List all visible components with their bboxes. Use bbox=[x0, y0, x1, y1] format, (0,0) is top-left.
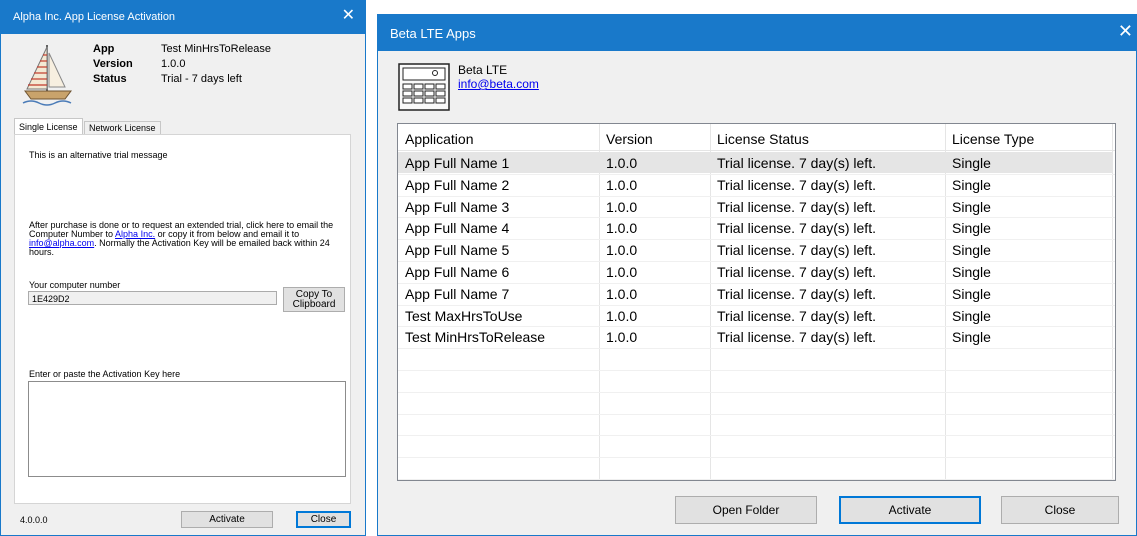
table-cell: 1.0.0 bbox=[606, 329, 638, 346]
close-icon[interactable]: ✕ bbox=[1118, 21, 1133, 41]
license-activation-dialog: Alpha Inc. App License Activation ✕ App … bbox=[0, 0, 366, 536]
table-cell: Test MinHrsToRelease bbox=[405, 329, 546, 346]
activation-key-input[interactable] bbox=[28, 381, 346, 477]
calculator-logo-icon bbox=[398, 63, 450, 111]
title-bar[interactable]: Alpha Inc. App License Activation ✕ bbox=[1, 1, 365, 34]
trial-message: This is an alternative trial message bbox=[29, 150, 168, 160]
table-cell: Trial license. 7 day(s) left. bbox=[717, 264, 876, 280]
row-divider bbox=[398, 173, 1115, 175]
table-cell: App Full Name 1 bbox=[405, 155, 510, 171]
table-cell: 1.0.0 bbox=[606, 198, 638, 215]
sailboat-logo-icon bbox=[22, 45, 72, 106]
row-divider bbox=[398, 239, 1115, 241]
table-cell: Trial license. 7 day(s) left. bbox=[717, 176, 876, 193]
table-cell: Single bbox=[952, 220, 991, 237]
table-cell: 1.0.0 bbox=[606, 307, 638, 324]
computer-number-label: Your computer number bbox=[29, 280, 121, 290]
table-cell: App Full Name 7 bbox=[405, 285, 510, 302]
row-divider bbox=[398, 413, 1115, 415]
title-bar[interactable]: Beta LTE Apps ✕ bbox=[378, 15, 1136, 51]
table-cell: App Full Name 4 bbox=[405, 220, 510, 237]
row-divider bbox=[398, 195, 1115, 197]
table-cell: Single bbox=[952, 307, 991, 324]
open-folder-button[interactable]: Open Folder bbox=[675, 496, 817, 524]
tab-single-license[interactable]: Single License bbox=[14, 118, 83, 135]
table-cell: Single bbox=[952, 242, 991, 259]
table-cell: Trial license. 7 day(s) left. bbox=[717, 220, 876, 237]
column-header-application[interactable]: Application bbox=[405, 131, 474, 147]
row-divider bbox=[398, 326, 1115, 328]
row-divider bbox=[398, 348, 1115, 350]
table-cell: 1.0.0 bbox=[606, 242, 638, 259]
copy-to-clipboard-button[interactable]: Copy To Clipboard bbox=[283, 287, 345, 312]
table-cell: Trial license. 7 day(s) left. bbox=[717, 285, 876, 302]
activation-key-label: Enter or paste the Activation Key here bbox=[29, 369, 181, 379]
row-divider bbox=[398, 217, 1115, 219]
table-cell: App Full Name 2 bbox=[405, 176, 510, 193]
version-value: 1.0.0 bbox=[161, 58, 186, 70]
status-label: Status bbox=[93, 73, 127, 85]
table-cell: Single bbox=[952, 264, 991, 280]
row-divider bbox=[398, 479, 1115, 480]
row-divider bbox=[398, 370, 1115, 371]
row-divider bbox=[398, 282, 1115, 284]
table-cell: Single bbox=[952, 285, 991, 302]
activate-button[interactable]: Activate bbox=[839, 496, 981, 524]
table-cell: Trial license. 7 day(s) left. bbox=[717, 198, 876, 215]
table-cell: Single bbox=[952, 198, 991, 215]
table-cell: Single bbox=[952, 176, 991, 193]
company-name: Beta LTE bbox=[458, 63, 508, 77]
single-license-panel: This is an alternative trial message Aft… bbox=[14, 134, 351, 504]
row-divider bbox=[398, 304, 1115, 306]
column-header-license-type[interactable]: License Type bbox=[952, 131, 1034, 147]
computer-number-field[interactable]: 1E429D2 bbox=[28, 291, 277, 305]
company-email-link[interactable]: info@beta.com bbox=[458, 77, 539, 91]
table-cell: 1.0.0 bbox=[606, 285, 638, 302]
table-cell: App Full Name 5 bbox=[405, 242, 510, 259]
table-cell: Trial license. 7 day(s) left. bbox=[717, 307, 876, 324]
activate-button[interactable]: Activate bbox=[181, 511, 273, 528]
close-icon[interactable]: ✕ bbox=[342, 7, 355, 25]
apps-table[interactable]: Application Version License Status Licen… bbox=[397, 123, 1116, 481]
table-cell: Trial license. 7 day(s) left. bbox=[717, 329, 876, 346]
column-header-version[interactable]: Version bbox=[606, 131, 653, 147]
app-version: 4.0.0.0 bbox=[20, 515, 48, 525]
window-title: Beta LTE Apps bbox=[390, 26, 476, 41]
table-cell: 1.0.0 bbox=[606, 176, 638, 193]
row-divider bbox=[398, 391, 1115, 393]
row-divider bbox=[398, 457, 1115, 459]
table-cell: Single bbox=[952, 155, 991, 171]
table-cell: Test MaxHrsToUse bbox=[405, 307, 523, 324]
app-value: Test MinHrsToRelease bbox=[161, 43, 272, 55]
table-cell: Trial license. 7 day(s) left. bbox=[717, 155, 876, 171]
row-divider bbox=[398, 261, 1115, 262]
instructions-line-4: hours. bbox=[29, 247, 55, 257]
instructions-line-3: info@alpha.com. Normally the Activation … bbox=[29, 238, 330, 248]
close-button[interactable]: Close bbox=[296, 511, 351, 528]
table-cell: Single bbox=[952, 329, 991, 346]
table-cell: Trial license. 7 day(s) left. bbox=[717, 242, 876, 259]
version-label: Version bbox=[93, 58, 133, 70]
table-cell: App Full Name 6 bbox=[405, 264, 510, 280]
apps-dialog: Beta LTE Apps ✕ Beta LTE info@beta.com A… bbox=[377, 14, 1137, 536]
close-button[interactable]: Close bbox=[1001, 496, 1119, 524]
table-header: Application Version License Status Licen… bbox=[398, 124, 1115, 151]
table-cell: 1.0.0 bbox=[606, 220, 638, 237]
copy-button-label: Clipboard bbox=[292, 299, 336, 310]
row-divider bbox=[398, 435, 1115, 437]
table-cell: 1.0.0 bbox=[606, 155, 638, 171]
window-title: Alpha Inc. App License Activation bbox=[13, 11, 176, 23]
table-cell: App Full Name 3 bbox=[405, 198, 510, 215]
status-value: Trial - 7 days left bbox=[161, 73, 242, 85]
table-cell: 1.0.0 bbox=[606, 264, 638, 280]
app-label: App bbox=[93, 43, 115, 55]
column-header-license-status[interactable]: License Status bbox=[717, 131, 809, 147]
instructions-text: . Normally the Activation Key will be em… bbox=[94, 238, 330, 248]
tab-network-license[interactable]: Network License bbox=[84, 121, 161, 135]
